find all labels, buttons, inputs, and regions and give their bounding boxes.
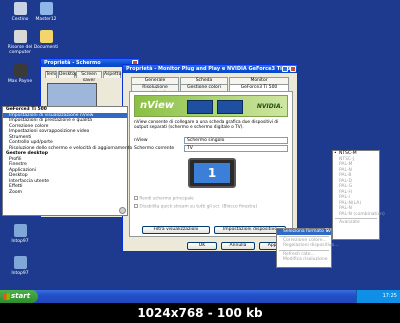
windows-logo-icon [3,293,10,300]
clock: 17:25 [382,293,397,299]
menu-item-tv-format[interactable]: Seleziona formato TV ▸ [277,229,331,235]
max-payne-desktop-icon[interactable]: Max Payne [2,64,38,84]
nvidia-settings-menu: GeForce3 Ti 500 Impostazioni di visualiz… [2,106,132,216]
help-icon[interactable] [282,66,288,72]
menu-item-device-adjustments[interactable]: Regolazioni dispositivo... [277,243,339,249]
master12-desktop-icon[interactable]: Master12 [28,2,64,22]
device-context-menu: Seleziona formato TV ▸ Correzione colore… [276,228,339,268]
nview-label: nView [134,138,148,143]
close-icon[interactable] [290,66,296,72]
tab-adapter[interactable]: Scheda [180,77,228,84]
cancel-button[interactable]: Annulla [221,242,255,250]
ok-button[interactable]: OK [187,242,217,250]
checkbox-icon [134,196,138,200]
intop97-icon-2 [13,256,27,269]
tab-troubleshoot[interactable]: Risoluzione problemi [131,84,179,96]
menu-separator [279,249,329,251]
max-payne-icon [13,64,27,77]
tv-format-submenu: • NTSC-M NTSC-J PAL-M PAL-N PAL-B PAL-D … [332,150,385,240]
current-screen-label: Schermo corrente [134,146,175,151]
nview-banner: nView NVIDIA. [134,95,288,117]
primary-screen-checkbox[interactable]: Rendi schermo principale [134,196,194,202]
monitor-number: 1 [194,163,230,183]
nvidia-logo: NVIDIA. [256,103,283,110]
tv-format-advanced[interactable]: Avanzate [333,220,379,226]
monitor-icon-2 [217,100,243,114]
tab-monitor[interactable]: Monitor [229,77,289,84]
tv-preview: 1 [188,158,236,188]
tab-screensaver[interactable]: Screen saver [76,71,102,83]
tv-format-pal-n-combination[interactable]: PAL-N (combination) [333,212,385,218]
current-screen-select[interactable]: TV [184,145,288,152]
master12-icon [39,2,53,15]
checkbox-icon [134,204,138,208]
tab-appearance[interactable]: Aspetto [103,71,121,78]
intop97-desktop-icon-2[interactable]: Intop97 [2,256,38,276]
tab-themes[interactable]: Temi [45,71,57,78]
nview-mode-select[interactable]: Schermo singolo [184,137,288,144]
intop97-icon-1 [13,224,27,237]
desktop: Cestino Risorse del computer Master12 Do… [0,0,400,290]
menu-item-change-resolution[interactable]: Modifica risoluzione [277,257,331,263]
tab-color-management[interactable]: Gestione colori [180,84,228,91]
documents-desktop-icon[interactable]: Documenti [28,30,64,50]
nview-logo: nView [140,100,175,111]
menu-separator [279,235,329,237]
intop97-desktop-icon-1[interactable]: Intop97 [2,224,38,244]
nview-description: nView consente di collegare a una scheda… [134,120,279,130]
system-tray: 17:25 [356,290,400,303]
start-button[interactable]: start [0,290,38,303]
tab-desktop[interactable]: Desktop [58,71,78,78]
disable-quickstream-checkbox[interactable]: Disabilita quick stream su tutti gli scr… [134,204,257,210]
tree-item-zoom[interactable]: Zoom [3,190,127,196]
image-caption: 1024x768 - 100 kb [0,303,400,323]
taskbar: start 17:25 [0,290,400,303]
tab-geforce[interactable]: GeForce3 Ti 500 [229,84,289,91]
monitor-icon [187,100,213,114]
recycle-bin-icon [13,2,27,15]
my-computer-icon [13,30,27,43]
nvidia-properties-window: Proprietà - Monitor Plug and Play e NVID… [122,64,298,252]
nvidia-properties-titlebar[interactable]: Proprietà - Monitor Plug and Play e NVID… [123,65,297,73]
menu-separator [335,218,377,219]
documents-icon [39,30,53,43]
filter-views-button[interactable]: Filtra visualizzazioni [142,226,210,234]
submenu-arrow-icon: ▸ [326,229,329,234]
tab-general[interactable]: Generale [131,77,179,84]
nview-panel: nView NVIDIA. nView consente di collegar… [129,91,293,237]
settings-gear-icon[interactable] [119,207,126,214]
